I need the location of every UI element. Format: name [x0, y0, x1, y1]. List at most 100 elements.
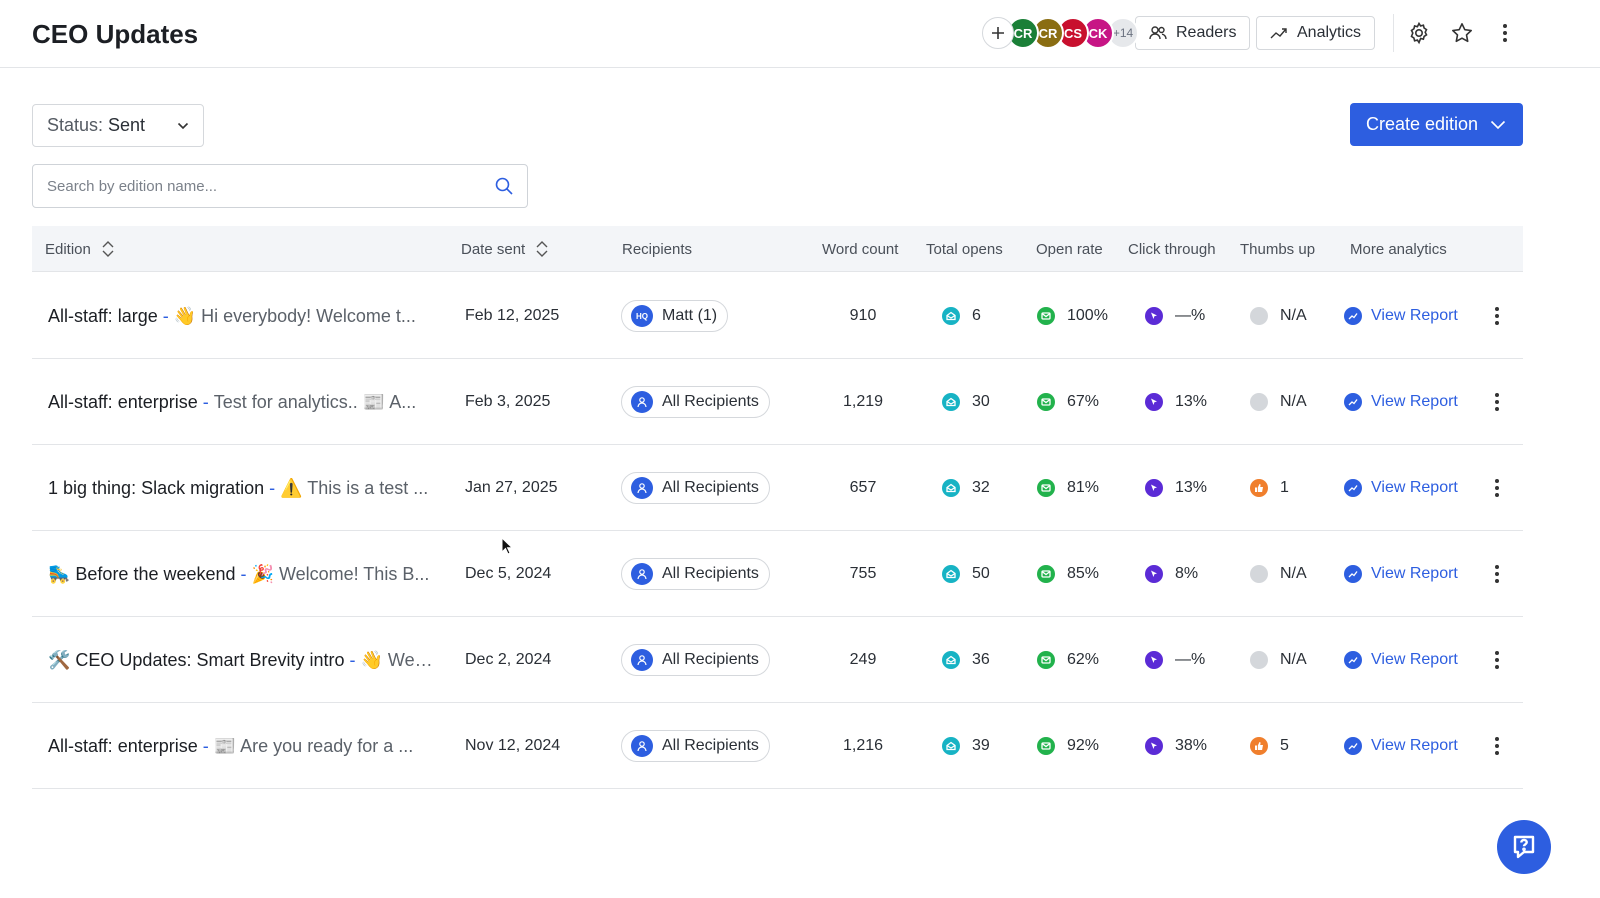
search-box[interactable] [32, 164, 528, 208]
table-row[interactable]: All-staff: enterprise - 📰 Are you ready fo… [32, 703, 1523, 789]
recipients-pill[interactable]: HQ Matt (1) [621, 300, 729, 332]
total-opens: 6 [942, 273, 981, 359]
chevron-down-icon [177, 122, 189, 129]
sort-icon[interactable] [101, 240, 115, 258]
view-report-link[interactable]: View Report [1344, 445, 1458, 531]
open-rate-value: 92% [1067, 737, 1100, 754]
recipients-cell: All Recipients [621, 703, 770, 789]
word-count: 249 [849, 651, 877, 668]
help-button[interactable] [1497, 820, 1551, 874]
search-icon[interactable] [495, 177, 513, 195]
recipients-cell: All Recipients [621, 531, 770, 617]
recipients-pill[interactable]: All Recipients [621, 386, 770, 418]
create-edition-button[interactable]: Create edition [1350, 103, 1523, 146]
thumbs-up-value: N/A [1280, 393, 1307, 410]
edition-cell[interactable]: 1 big thing: Slack migration - ⚠️ This is … [48, 445, 433, 531]
add-collaborator-button[interactable] [982, 17, 1014, 49]
open-rate: 100% [1037, 273, 1108, 359]
edition-preview: ⚠️ This is a test ... [280, 477, 429, 498]
edition-cell[interactable]: All-staff: large - 👋 Hi everybody! Welcome… [48, 273, 433, 359]
recipients-pill[interactable]: All Recipients [621, 558, 770, 590]
thumbs-up: N/A [1250, 531, 1307, 617]
readers-button[interactable]: Readers [1135, 16, 1251, 50]
edition-cell[interactable]: All-staff: enterprise - Test for analytics… [48, 359, 433, 445]
column-word-count: Word count [822, 240, 899, 258]
word-count: 910 [849, 307, 877, 324]
page-menu-button[interactable] [1490, 18, 1520, 48]
thumbs-up-icon [1250, 737, 1268, 755]
status-filter-select[interactable]: Status: Sent [32, 104, 204, 147]
view-report-label: View Report [1371, 565, 1458, 582]
open-rate-value: 62% [1067, 651, 1100, 668]
recipients-pill[interactable]: All Recipients [621, 472, 770, 504]
star-icon [1452, 23, 1472, 43]
sort-icon[interactable] [535, 240, 549, 258]
edition-cell[interactable]: All-staff: enterprise - 📰 Are you ready fo… [48, 703, 433, 789]
column-total-opens: Total opens [926, 240, 1003, 258]
column-date-sent[interactable]: Date sent [461, 226, 549, 272]
table-row[interactable]: 1 big thing: Slack migration - ⚠️ This is … [32, 445, 1523, 531]
collaborator-avatars[interactable]: CR CR CS CK +14 [982, 17, 1139, 49]
table-row[interactable]: 🛼 Before the weekend - 🎉 Welcome! This B..… [32, 531, 1523, 617]
recipients-pill[interactable]: All Recipients [621, 644, 770, 676]
edition-cell[interactable]: 🛼 Before the weekend - 🎉 Welcome! This B..… [48, 531, 433, 617]
row-menu-button[interactable] [1487, 531, 1507, 617]
search-input[interactable] [47, 177, 495, 195]
open-rate: 62% [1037, 617, 1099, 703]
view-report-label: View Report [1371, 393, 1458, 410]
settings-button[interactable] [1404, 18, 1434, 48]
edition-preview: 📰 Are you ready for a ... [213, 735, 414, 756]
view-report-link[interactable]: View Report [1344, 359, 1458, 445]
report-icon [1344, 307, 1362, 325]
column-open-rate: Open rate [1036, 240, 1103, 258]
total-opens-value: 36 [972, 651, 990, 668]
chevron-down-icon [1491, 120, 1506, 129]
click-icon [1145, 565, 1163, 583]
recipients-label: All Recipients [662, 393, 759, 410]
row-menu-button[interactable] [1487, 273, 1507, 359]
open-rate-value: 67% [1067, 393, 1100, 410]
edition-cell[interactable]: 🛠️ CEO Updates: Smart Brevity intro - 👋 We… [48, 617, 433, 703]
row-menu-button[interactable] [1487, 445, 1507, 531]
total-opens-value: 6 [972, 307, 981, 324]
thumbs-up-icon [1250, 479, 1268, 497]
favorite-button[interactable] [1447, 18, 1477, 48]
more-vertical-icon [1495, 393, 1499, 411]
recipients-label: All Recipients [662, 565, 759, 582]
opens-icon [942, 651, 960, 669]
table-row[interactable]: All-staff: enterprise - Test for analytics… [32, 359, 1523, 445]
row-menu-button[interactable] [1487, 617, 1507, 703]
view-report-link[interactable]: View Report [1344, 273, 1458, 359]
users-icon [631, 563, 653, 585]
row-menu-button[interactable] [1487, 703, 1507, 789]
analytics-label: Analytics [1297, 24, 1362, 41]
edition-name: 1 big thing: Slack migration [48, 477, 265, 498]
app-header: CEO Updates CR CR CS CK +14 Readers Anal… [0, 0, 1600, 68]
table-header: Edition Date sent Recipients Word count … [32, 226, 1523, 272]
recipients-pill[interactable]: All Recipients [621, 730, 770, 762]
total-opens: 30 [942, 359, 990, 445]
column-edition[interactable]: Edition [45, 226, 115, 272]
table-row[interactable]: 🛠️ CEO Updates: Smart Brevity intro - 👋 We… [32, 617, 1523, 703]
edition-preview: 👋 Hi everybody! Welcome t... [173, 305, 416, 326]
table-row[interactable]: All-staff: large - 👋 Hi everybody! Welcome… [32, 273, 1523, 359]
view-report-link[interactable]: View Report [1344, 703, 1458, 789]
opens-icon [942, 565, 960, 583]
edition-name: All-staff: enterprise [48, 391, 198, 412]
view-report-link[interactable]: View Report [1344, 531, 1458, 617]
open-rate-value: 85% [1067, 565, 1100, 582]
click-through-value: —% [1175, 651, 1206, 668]
view-report-link[interactable]: View Report [1344, 617, 1458, 703]
status-filter-label: Status: [47, 115, 104, 135]
edition-name: All-staff: large [48, 305, 158, 326]
opens-icon [942, 479, 960, 497]
row-menu-button[interactable] [1487, 359, 1507, 445]
analytics-button[interactable]: Analytics [1256, 16, 1376, 50]
date-sent: Feb 12, 2025 [465, 307, 560, 324]
mouse-cursor-icon [501, 537, 513, 555]
thumbs-up-value: 5 [1280, 737, 1289, 754]
thumbs-up: 5 [1250, 703, 1289, 789]
edition-preview: Test for analytics.. 📰 A... [213, 391, 417, 412]
recipients-cell: All Recipients [621, 617, 770, 703]
thumbs-up-icon [1250, 565, 1268, 583]
